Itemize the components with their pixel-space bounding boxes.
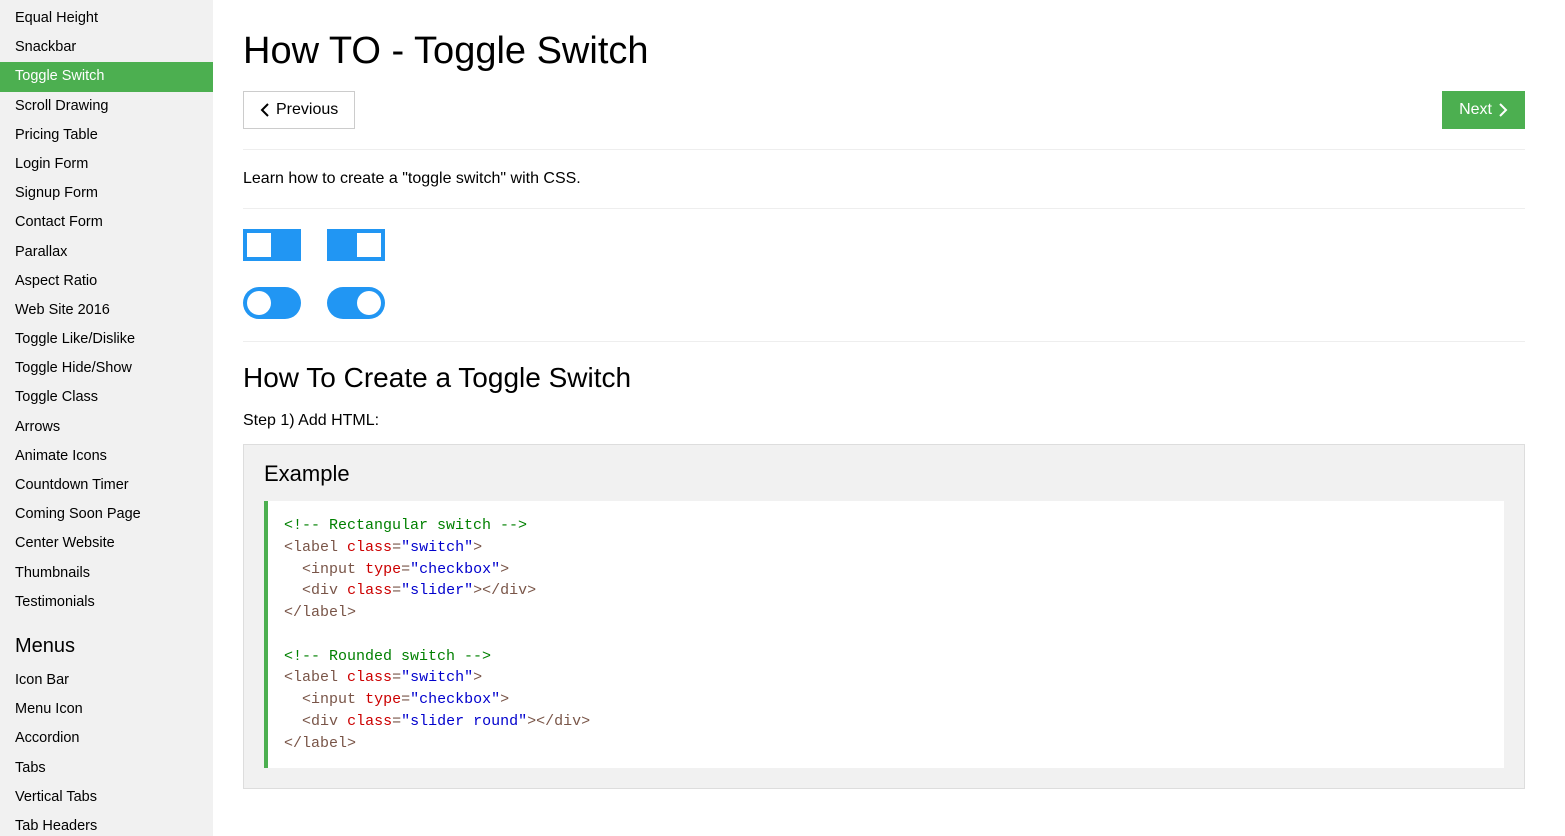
divider bbox=[243, 149, 1525, 150]
sidebar-item-icon-bar[interactable]: Icon Bar bbox=[0, 666, 213, 695]
sidebar-item-toggle-switch[interactable]: Toggle Switch bbox=[0, 62, 213, 91]
toggle-switch-rect-off[interactable] bbox=[243, 229, 301, 261]
sidebar-item-aspect-ratio[interactable]: Aspect Ratio bbox=[0, 267, 213, 296]
previous-label: Previous bbox=[276, 101, 338, 119]
sidebar-item-snackbar[interactable]: Snackbar bbox=[0, 33, 213, 62]
sidebar-section-menus: Menus bbox=[0, 617, 213, 666]
next-button[interactable]: Next bbox=[1442, 91, 1525, 129]
divider bbox=[243, 208, 1525, 209]
sidebar-item-toggle-hide-show[interactable]: Toggle Hide/Show bbox=[0, 354, 213, 383]
sidebar-item-animate-icons[interactable]: Animate Icons bbox=[0, 442, 213, 471]
sidebar-item-thumbnails[interactable]: Thumbnails bbox=[0, 559, 213, 588]
sidebar-item-vertical-tabs[interactable]: Vertical Tabs bbox=[0, 783, 213, 812]
sidebar-item-parallax[interactable]: Parallax bbox=[0, 238, 213, 267]
sidebar-item-equal-height[interactable]: Equal Height bbox=[0, 4, 213, 33]
page-title: How TO - Toggle Switch bbox=[243, 30, 1525, 73]
toggle-switch-rect-on[interactable] bbox=[327, 229, 385, 261]
intro-text: Learn how to create a "toggle switch" wi… bbox=[243, 170, 1525, 188]
sidebar-item-toggle-like-dislike[interactable]: Toggle Like/Dislike bbox=[0, 325, 213, 354]
sidebar-item-menu-icon[interactable]: Menu Icon bbox=[0, 695, 213, 724]
example-box: Example <!-- Rectangular switch --> <lab… bbox=[243, 444, 1525, 789]
sidebar-item-contact-form[interactable]: Contact Form bbox=[0, 208, 213, 237]
sidebar-item-tab-headers[interactable]: Tab Headers bbox=[0, 812, 213, 836]
previous-button[interactable]: Previous bbox=[243, 91, 355, 129]
sidebar-item-countdown-timer[interactable]: Countdown Timer bbox=[0, 471, 213, 500]
chevron-right-icon bbox=[1498, 103, 1508, 117]
section-title: How To Create a Toggle Switch bbox=[243, 362, 1525, 394]
toggle-switch-round-off[interactable] bbox=[243, 287, 301, 319]
divider bbox=[243, 341, 1525, 342]
sidebar: Equal HeightSnackbarToggle SwitchScroll … bbox=[0, 0, 213, 836]
sidebar-item-login-form[interactable]: Login Form bbox=[0, 150, 213, 179]
sidebar-item-arrows[interactable]: Arrows bbox=[0, 413, 213, 442]
example-title: Example bbox=[264, 461, 1504, 487]
sidebar-item-toggle-class[interactable]: Toggle Class bbox=[0, 383, 213, 412]
sidebar-item-scroll-drawing[interactable]: Scroll Drawing bbox=[0, 92, 213, 121]
sidebar-item-testimonials[interactable]: Testimonials bbox=[0, 588, 213, 617]
sidebar-item-pricing-table[interactable]: Pricing Table bbox=[0, 121, 213, 150]
main-content: How TO - Toggle Switch Previous Next Lea… bbox=[213, 0, 1565, 836]
sidebar-item-coming-soon-page[interactable]: Coming Soon Page bbox=[0, 500, 213, 529]
step-1-label: Step 1) Add HTML: bbox=[243, 412, 1525, 430]
sidebar-item-accordion[interactable]: Accordion bbox=[0, 724, 213, 753]
prev-next-nav: Previous Next bbox=[243, 91, 1525, 129]
sidebar-item-center-website[interactable]: Center Website bbox=[0, 529, 213, 558]
toggle-switch-round-on[interactable] bbox=[327, 287, 385, 319]
sidebar-item-tabs[interactable]: Tabs bbox=[0, 754, 213, 783]
next-label: Next bbox=[1459, 101, 1492, 119]
sidebar-item-web-site-2016[interactable]: Web Site 2016 bbox=[0, 296, 213, 325]
code-block: <!-- Rectangular switch --> <label class… bbox=[264, 501, 1504, 768]
switch-demos bbox=[243, 229, 1525, 319]
chevron-left-icon bbox=[260, 103, 270, 117]
sidebar-item-signup-form[interactable]: Signup Form bbox=[0, 179, 213, 208]
